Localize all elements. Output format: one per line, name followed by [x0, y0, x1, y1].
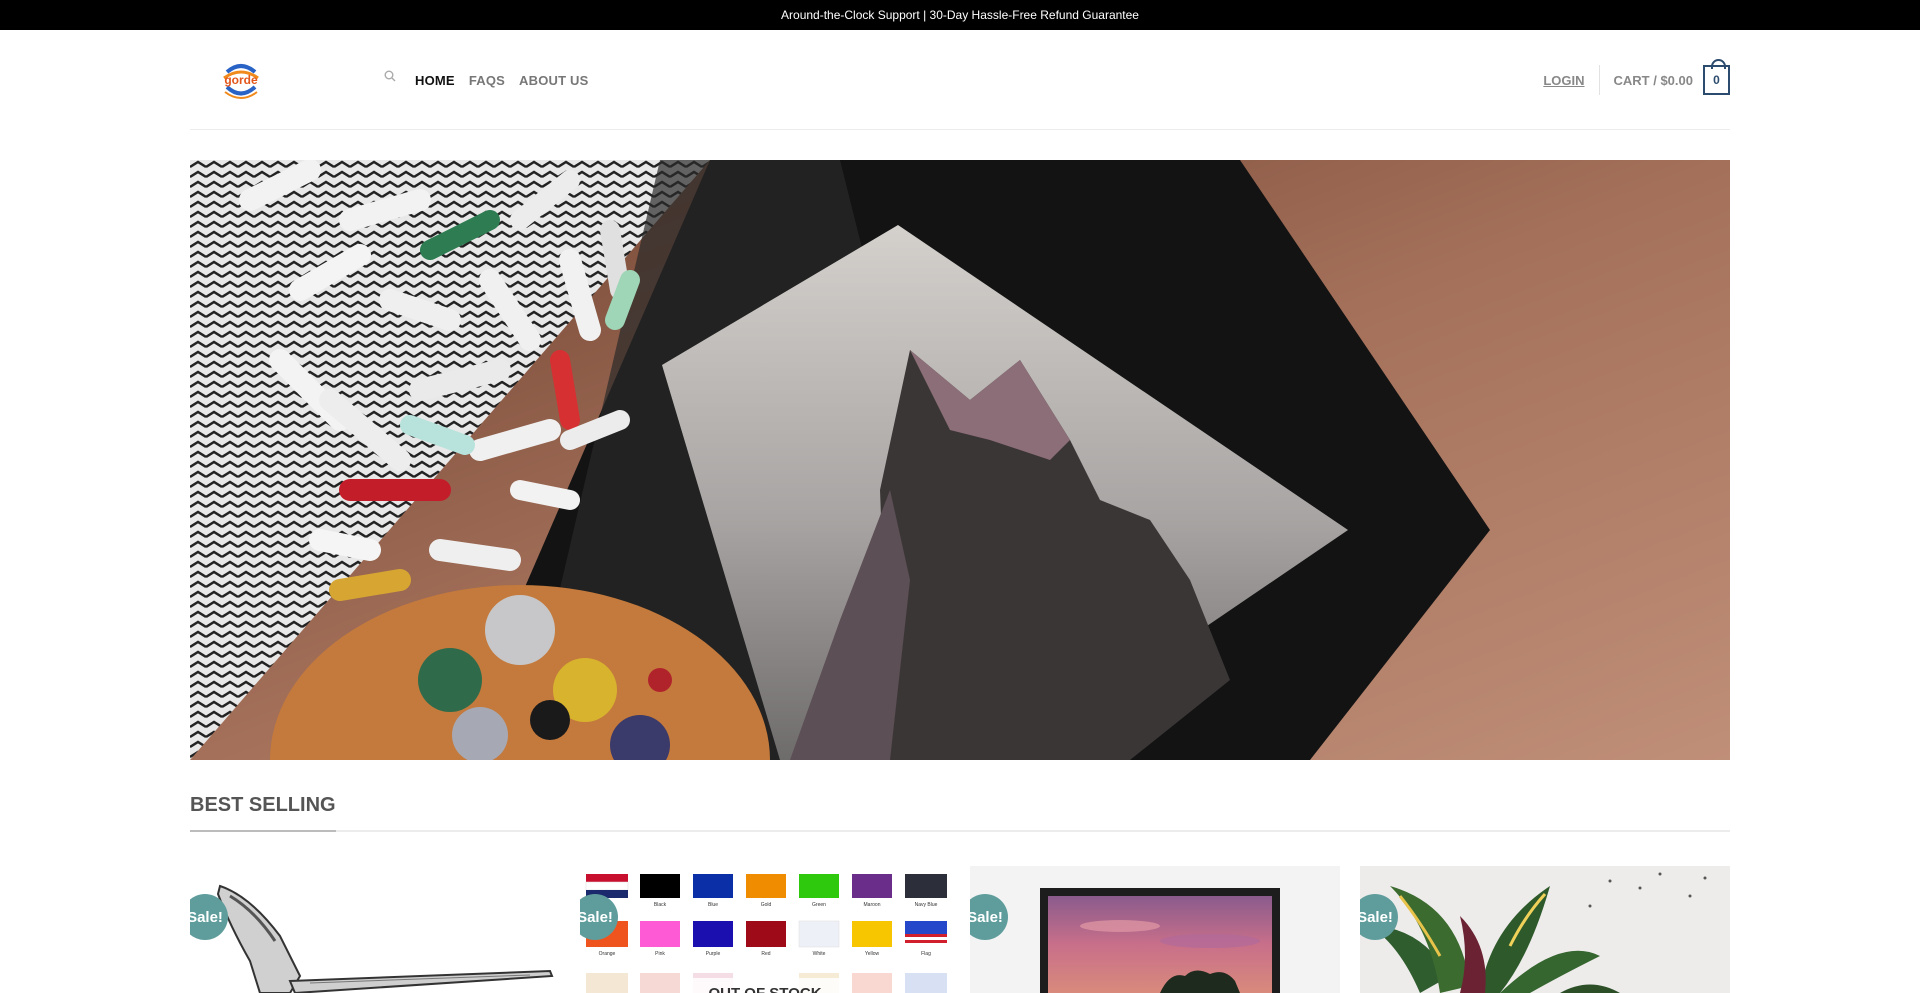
login-link[interactable]: LOGIN [1543, 65, 1600, 95]
hero-artwork [190, 160, 1730, 760]
product-image[interactable] [1360, 866, 1730, 993]
product-card[interactable]: Sale! [190, 866, 560, 993]
swatch-label-maroon: Maroon [864, 902, 881, 908]
nav-item-faqs[interactable]: FAQS [469, 73, 505, 88]
product-image[interactable] [970, 866, 1340, 993]
search-icon[interactable] [384, 70, 396, 85]
site-header: gorde HOME FAQS ABOUT US LOGIN CART / $0… [190, 30, 1730, 130]
nav-item-home[interactable]: HOME [415, 73, 455, 88]
site-logo[interactable]: gorde [218, 56, 264, 102]
swatch-label-orange: Orange [599, 951, 616, 957]
swatch-label-black: Black [654, 902, 667, 908]
swatch-label-gold: Gold [761, 902, 772, 908]
swatch-label-white: White [813, 951, 826, 957]
swatch-label-purple: Purple [706, 951, 721, 957]
logo-text: gorde [224, 73, 258, 87]
swatch-label-yellow: Yellow [865, 951, 880, 957]
swatch-label-flag: Flag [921, 951, 931, 957]
hero-banner-image[interactable] [190, 160, 1730, 760]
swatch-label-pink: Pink [655, 951, 665, 957]
swatch-label-red: Red [761, 951, 770, 957]
product-image[interactable] [190, 866, 560, 993]
product-image[interactable]: Black Blue Gold Green Maroon Navy Blue O… [580, 866, 950, 993]
swatch-label-green: Green [812, 902, 826, 908]
out-of-stock-label: OUT OF STOCK [680, 978, 850, 993]
best-selling-section-header: BEST SELLING [190, 794, 1730, 832]
product-card[interactable]: Sale! OUT OF STOCK Black Blue Gold Green… [580, 866, 950, 993]
cart-count-badge: 0 [1703, 59, 1730, 95]
announcement-bar: Around-the-Clock Support | 30-Day Hassle… [0, 0, 1920, 30]
cart-label: CART / $0.00 [1613, 72, 1693, 88]
section-title: BEST SELLING [190, 794, 336, 832]
cart-link[interactable]: CART / $0.00 0 [1600, 59, 1730, 95]
main-nav: HOME FAQS ABOUT US [415, 30, 589, 130]
product-card[interactable]: Sale! [1360, 866, 1730, 993]
swatch-label-blue: Blue [708, 902, 718, 908]
header-account-area: LOGIN CART / $0.00 0 [1543, 30, 1730, 130]
product-grid: Sale! Sale! OUT OF STOCK Black Blue Gold… [190, 866, 1730, 993]
product-card[interactable]: Sale! [970, 866, 1340, 993]
announcement-text: Around-the-Clock Support | 30-Day Hassle… [781, 8, 1139, 22]
nav-item-about-us[interactable]: ABOUT US [519, 73, 589, 88]
swatch-label-navy-blue: Navy Blue [915, 902, 938, 908]
